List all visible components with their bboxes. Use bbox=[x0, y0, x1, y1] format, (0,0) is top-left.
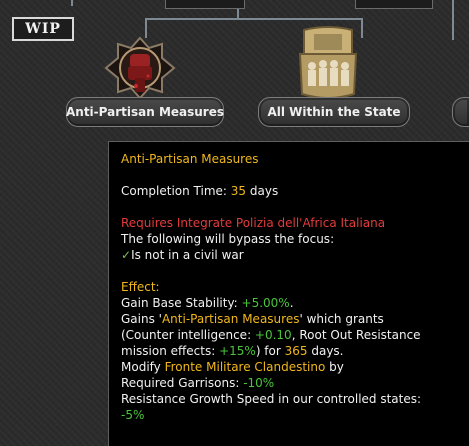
tree-connector bbox=[452, 0, 454, 40]
tree-connector bbox=[145, 18, 147, 38]
stability-effect: Gain Base Stability: +5.00%. bbox=[121, 296, 294, 310]
mission-effect: mission effects: +15%) for 365 days. bbox=[121, 344, 344, 358]
bypass-intro: The following will bypass the focus: bbox=[121, 232, 335, 246]
counter-intel-effect: (Counter intelligence: +0.10, Root Out R… bbox=[121, 328, 421, 342]
focus-all-within-the-state[interactable]: All Within the State bbox=[258, 97, 410, 127]
prerequisite-text: Requires Integrate Polizia dell'Africa I… bbox=[121, 216, 386, 230]
tree-connector bbox=[71, 0, 73, 6]
fascist-crowd-icon[interactable] bbox=[296, 24, 360, 102]
spirit-gain: Gains 'Anti-Partisan Measures' which gra… bbox=[121, 312, 384, 326]
garrison-effect: Required Garrisons: -10% bbox=[121, 376, 275, 390]
focus-offscreen[interactable] bbox=[452, 97, 469, 127]
focus-frame-top bbox=[165, 0, 245, 9]
focus-frame-top bbox=[355, 0, 433, 9]
effect-heading: Effect: bbox=[121, 280, 160, 294]
focus-anti-partisan-measures[interactable]: Anti-Partisan Measures bbox=[66, 97, 224, 127]
modify-effect: Modify Fronte Militare Clandestino by bbox=[121, 360, 344, 374]
completion-time: Completion Time: 35 days bbox=[121, 184, 279, 198]
tree-connector bbox=[145, 18, 363, 20]
focus-tooltip: Anti-Partisan Measures Completion Time: … bbox=[108, 141, 469, 446]
tree-connector bbox=[361, 18, 363, 38]
wip-badge: WIP bbox=[12, 17, 74, 41]
checkmark-icon: ✓ bbox=[121, 248, 132, 262]
tooltip-title: Anti-Partisan Measures bbox=[121, 152, 259, 166]
bypass-condition: ✓Is not in a civil war bbox=[121, 248, 244, 262]
resistance-value: -5% bbox=[121, 408, 145, 422]
bloody-fist-icon[interactable] bbox=[102, 36, 178, 100]
resistance-effect: Resistance Growth Speed in our controlle… bbox=[121, 392, 422, 406]
